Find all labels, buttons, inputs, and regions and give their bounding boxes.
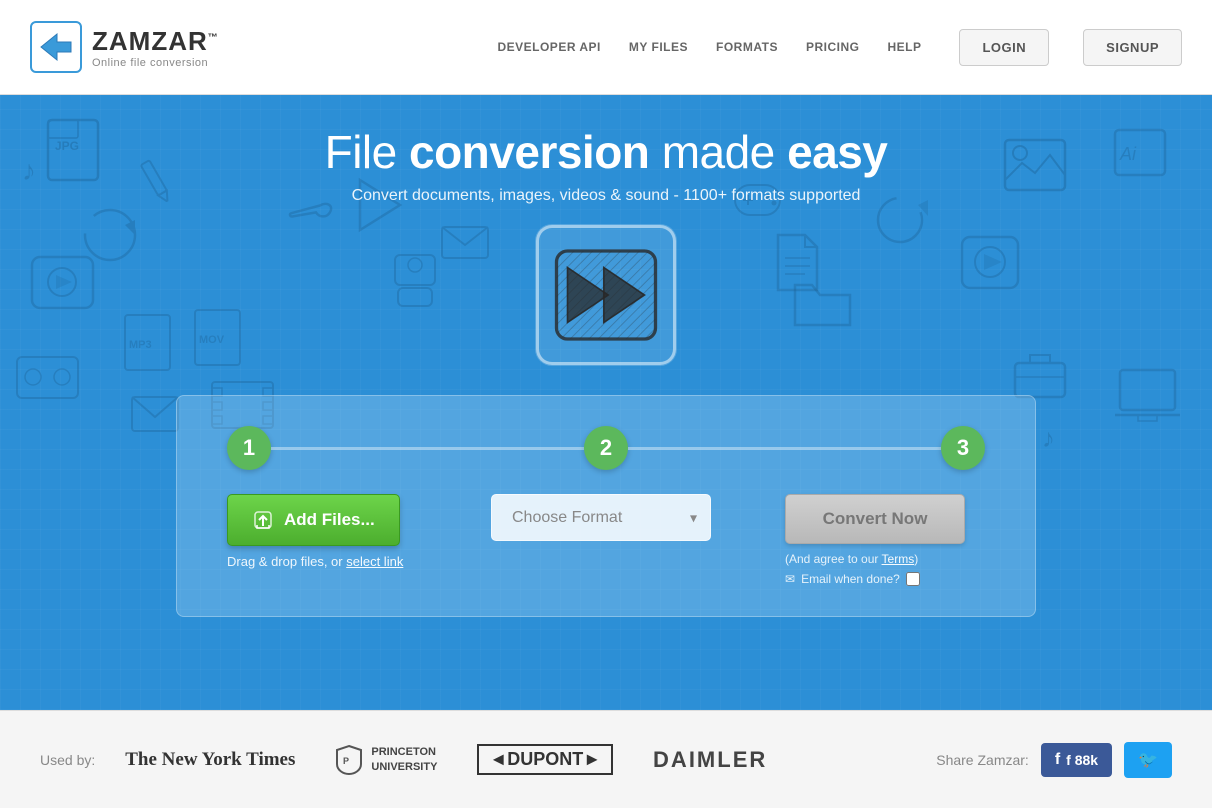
- nyt-logo: The New York Times: [125, 749, 295, 771]
- nav-links: DEVELOPER API MY FILES FORMATS PRICING H…: [497, 29, 1182, 66]
- terms-link[interactable]: Terms: [882, 552, 915, 566]
- header: ZAMZAR™ Online file conversion DEVELOPER…: [0, 0, 1212, 95]
- nav-help[interactable]: HELP: [887, 40, 921, 54]
- bg-refresh-icon: [870, 190, 930, 250]
- used-by-label: Used by:: [40, 752, 95, 768]
- hero-title: File conversion made easy: [325, 125, 888, 179]
- bg-play2-icon: [350, 175, 410, 235]
- step-line-1: [271, 447, 584, 450]
- princeton-logo: P PRINCETONUNIVERSITY: [335, 744, 437, 776]
- nav-developer-api[interactable]: DEVELOPER API: [497, 40, 600, 54]
- footer: Used by: The New York Times P PRINCETONU…: [0, 710, 1212, 808]
- dupont-logo: ◄DUPONT►: [477, 744, 613, 775]
- svg-text:♪: ♪: [1042, 423, 1055, 453]
- twitter-icon: 🐦: [1138, 752, 1158, 769]
- nav-pricing[interactable]: PRICING: [806, 40, 860, 54]
- add-files-button[interactable]: Add Files...: [227, 494, 400, 546]
- bg-video-icon: [960, 235, 1020, 290]
- terms-text: (And agree to our Terms): [785, 552, 918, 566]
- bg-doc-icon: [770, 230, 825, 295]
- bg-pencil-icon: [121, 146, 189, 214]
- action-row: Add Files... Drag & drop files, or selec…: [227, 494, 985, 586]
- twitter-button[interactable]: 🐦: [1124, 742, 1172, 778]
- logo-text: ZAMZAR™ Online file conversion: [92, 26, 219, 69]
- step-3-col: Convert Now (And agree to our Terms) ✉ E…: [745, 494, 985, 586]
- nav-my-files[interactable]: MY FILES: [629, 40, 688, 54]
- drag-drop-text: Drag & drop files, or select link: [227, 554, 403, 569]
- bg-laptop-icon: [1110, 365, 1185, 430]
- conversion-box: 1 2 3 Add Fi: [176, 395, 1036, 617]
- bg-circle-arrow-icon: [80, 205, 140, 265]
- svg-text:Ai: Ai: [1119, 144, 1137, 164]
- bg-music-icon: ♪: [20, 150, 60, 190]
- step-2-circle: 2: [584, 426, 628, 470]
- svg-text:JPG: JPG: [55, 139, 79, 153]
- bg-mov-icon: MOV: [190, 305, 245, 370]
- nav-formats[interactable]: FORMATS: [716, 40, 778, 54]
- format-select[interactable]: Choose Format MP4 MP3 JPG PNG PDF DOC DO…: [491, 494, 711, 541]
- step-2-col: Choose Format MP4 MP3 JPG PNG PDF DOC DO…: [457, 494, 745, 541]
- facebook-icon: f: [1055, 751, 1060, 769]
- step-3-circle: 3: [941, 426, 985, 470]
- center-logo: [536, 225, 676, 365]
- step-1-col: Add Files... Drag & drop files, or selec…: [227, 494, 457, 569]
- bg-letter-icon: [130, 395, 180, 433]
- bg-console-icon: [390, 250, 440, 310]
- brand-logos: The New York Times P PRINCETONUNIVERSITY…: [125, 744, 906, 776]
- bg-wrench-icon: [282, 177, 343, 238]
- email-icon: ✉: [785, 572, 795, 586]
- bg-ai-icon: Ai: [1110, 125, 1170, 180]
- hero-subtitle: Convert documents, images, videos & soun…: [352, 187, 861, 205]
- share-area: Share Zamzar: f f 88k 🐦: [936, 742, 1172, 778]
- signup-button[interactable]: SIGNUP: [1083, 29, 1182, 66]
- svg-text:MP3: MP3: [129, 339, 152, 351]
- convert-now-button[interactable]: Convert Now: [785, 494, 965, 544]
- bg-briefcase-icon: [1010, 345, 1070, 400]
- princeton-shield-icon: P: [335, 744, 363, 776]
- format-select-wrapper: Choose Format MP4 MP3 JPG PNG PDF DOC DO…: [491, 494, 711, 541]
- steps-row: 1 2 3: [227, 426, 985, 470]
- logo-icon: [30, 21, 82, 73]
- step-line-2: [628, 447, 941, 450]
- share-label: Share Zamzar:: [936, 752, 1029, 768]
- bg-mp3-icon: MP3: [120, 310, 175, 375]
- select-link[interactable]: select link: [346, 554, 403, 569]
- logo-name: ZAMZAR™: [92, 26, 219, 57]
- email-checkbox[interactable]: [906, 572, 920, 586]
- facebook-button[interactable]: f f 88k: [1041, 743, 1112, 777]
- svg-text:P: P: [343, 756, 349, 766]
- email-label: Email when done?: [801, 572, 900, 586]
- bg-folder-icon: [790, 275, 855, 330]
- bg-jpg-icon: JPG: [40, 115, 110, 185]
- login-button[interactable]: LOGIN: [959, 29, 1049, 66]
- step-1-circle: 1: [227, 426, 271, 470]
- email-row: ✉ Email when done?: [785, 572, 920, 586]
- bg-music2-icon: ♪: [1040, 415, 1085, 460]
- facebook-count: f 88k: [1066, 752, 1098, 768]
- bg-email-icon: [440, 225, 490, 260]
- logo-area: ZAMZAR™ Online file conversion: [30, 21, 497, 73]
- daimler-logo: DAIMLER: [653, 747, 767, 773]
- svg-text:♪: ♪: [22, 155, 36, 186]
- hero-section: JPG ♪: [0, 95, 1212, 710]
- svg-text:MOV: MOV: [199, 334, 225, 346]
- bg-cassette-icon: [15, 355, 80, 400]
- bg-image-icon: [1000, 135, 1070, 195]
- logo-subtitle: Online file conversion: [92, 57, 219, 69]
- fast-forward-icon: [551, 245, 661, 345]
- bg-play-icon: [30, 255, 95, 310]
- upload-icon: [252, 509, 274, 531]
